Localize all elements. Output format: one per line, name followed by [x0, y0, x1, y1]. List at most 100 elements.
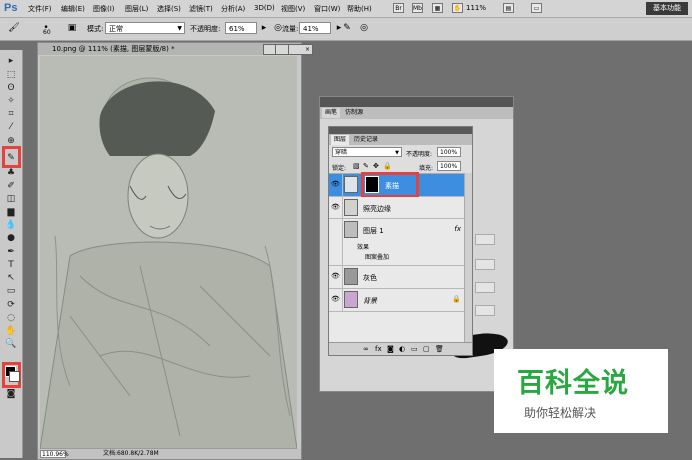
menu-image[interactable]: 图像(I)	[93, 4, 115, 14]
menu-view[interactable]: 视图(V)	[281, 4, 305, 14]
mode-select-value: 正常	[109, 25, 123, 33]
arrange-documents-icon[interactable]: ▤	[503, 3, 514, 13]
type-tool-icon[interactable]: T	[4, 260, 18, 271]
document-window: 10.png @ 111% (素描, 图层蒙版/8) * – □ × 110.9…	[37, 42, 313, 460]
3d-rotate-tool-icon[interactable]: ⟳	[4, 300, 18, 311]
lock-all-icon[interactable]: 🔒	[383, 162, 392, 170]
eyedropper-tool-icon[interactable]: ⁄	[4, 122, 18, 133]
menu-edit[interactable]: 编辑(E)	[61, 4, 85, 14]
crop-tool-icon[interactable]: ⌗	[4, 109, 18, 120]
flow-input[interactable]: 41%	[299, 22, 331, 34]
new-group-icon[interactable]: ▭	[411, 345, 418, 353]
menu-filter[interactable]: 滤镜(T)	[189, 4, 213, 14]
tab-history[interactable]: 历史记录	[351, 135, 381, 145]
lock-pixels-icon[interactable]: ✎	[363, 162, 369, 170]
lock-transparency-icon[interactable]: ▧	[353, 162, 360, 170]
fill-input[interactable]: 100%	[437, 161, 461, 171]
shape-tool-icon[interactable]: ▭	[4, 286, 18, 297]
eraser-tool-icon[interactable]: ◫	[4, 194, 18, 205]
menu-help[interactable]: 帮助(H)	[347, 4, 372, 14]
layer-row-gray[interactable]: 👁 灰色	[329, 266, 465, 289]
tab-clone-source[interactable]: 仿制源	[342, 108, 366, 118]
layer-opacity-label: 不透明度:	[406, 151, 433, 158]
layers-panel-tabs: 图层 历史记录	[329, 134, 472, 145]
background-color-swatch[interactable]	[9, 371, 20, 382]
opacity-input[interactable]: 61%	[225, 22, 257, 34]
opacity-slider-toggle-icon[interactable]: ▸	[258, 22, 270, 34]
visibility-toggle[interactable]	[329, 219, 343, 265]
workspace-button[interactable]: 基本功能	[646, 2, 688, 15]
blur-tool-icon[interactable]: 💧	[4, 220, 18, 231]
bridge-icon[interactable]: Br	[393, 3, 404, 13]
tablet-pressure-size-icon[interactable]: ◎	[358, 22, 370, 34]
canvas-image[interactable]	[40, 56, 297, 449]
eye-icon: 👁	[331, 295, 340, 303]
mode-select[interactable]: 正常 ▼	[105, 22, 185, 34]
lock-position-icon[interactable]: ✥	[373, 162, 379, 170]
lasso-tool-icon[interactable]: ʘ	[4, 83, 18, 94]
path-select-tool-icon[interactable]: ↖	[4, 273, 18, 284]
brush-option-field[interactable]	[475, 234, 495, 245]
blend-mode-select[interactable]: 穿暗 ▼	[332, 147, 402, 157]
gradient-tool-icon[interactable]: ▆	[4, 207, 18, 218]
document-tab[interactable]: 10.png @ 111% (素描, 图层蒙版/8) * – □ ×	[38, 43, 313, 55]
layers-panel: 图层 历史记录 穿暗 ▼ 不透明度: 100% 锁定: ▧ ✎ ✥ 🔒 填充: …	[328, 126, 473, 356]
history-brush-tool-icon[interactable]: ✐	[4, 181, 18, 192]
brush-option-field[interactable]	[475, 259, 495, 270]
zoom-tool-icon[interactable]: 🔍	[4, 339, 18, 350]
3d-orbit-tool-icon[interactable]: ◌	[4, 313, 18, 324]
pen-tool-icon[interactable]: ✒	[4, 247, 18, 258]
move-tool-icon[interactable]: ▸	[4, 56, 18, 67]
hand-view-icon[interactable]: ✋	[452, 3, 463, 13]
brush-panel-toggle-icon[interactable]: ▣	[66, 22, 78, 34]
quick-select-tool-icon[interactable]: ✧	[4, 96, 18, 107]
menu-analysis[interactable]: 分析(A)	[221, 4, 245, 14]
flow-input-value: 41%	[303, 25, 319, 33]
tab-brushes[interactable]: 画笔	[322, 108, 341, 118]
marquee-tool-icon[interactable]: ⬚	[4, 70, 18, 81]
quick-mask-icon[interactable]: ◙	[4, 389, 18, 400]
zoom-field[interactable]: 110.96%	[40, 450, 69, 458]
delete-layer-icon[interactable]: 🗑	[435, 345, 444, 353]
menu-file[interactable]: 文件(F)	[28, 4, 52, 14]
add-style-icon[interactable]: fx	[375, 345, 382, 353]
tab-layers[interactable]: 图层	[331, 135, 350, 145]
layer-thumbnail	[344, 199, 358, 216]
fx-icon[interactable]: fx	[454, 225, 461, 233]
airbrush-icon[interactable]: ✎	[341, 22, 353, 34]
layer-row-background[interactable]: 👁 背景 🔒	[329, 289, 465, 312]
menu-layer[interactable]: 图层(L)	[125, 4, 148, 14]
brush-option-field[interactable]	[475, 282, 495, 293]
minibridge-icon[interactable]: Mb	[412, 3, 423, 13]
layer-opacity-input[interactable]: 100%	[437, 147, 461, 157]
clone-stamp-tool-icon[interactable]: ♣	[4, 168, 18, 179]
visibility-toggle[interactable]: 👁	[329, 289, 343, 311]
link-layers-icon[interactable]: ∞	[363, 345, 369, 353]
dodge-tool-icon[interactable]: ●	[4, 233, 18, 244]
zoom-level-readout[interactable]: 111%	[466, 4, 486, 12]
brush-tool-icon[interactable]: 🖌	[8, 22, 20, 34]
visibility-toggle[interactable]: 👁	[329, 197, 343, 218]
view-extras-icon[interactable]: ▦	[432, 3, 443, 13]
add-mask-icon[interactable]: ◙	[387, 345, 394, 353]
layers-scrollbar[interactable]	[464, 173, 472, 343]
close-icon[interactable]: ×	[288, 44, 313, 55]
screen-mode-icon[interactable]: ▭	[531, 3, 542, 13]
blend-opacity-row: 穿暗 ▼ 不透明度: 100%	[329, 145, 472, 160]
effect-pattern-overlay[interactable]: 图案叠加	[365, 252, 389, 261]
menu-select[interactable]: 选择(S)	[157, 4, 181, 14]
menu-window[interactable]: 窗口(W)	[314, 4, 340, 14]
chevron-down-icon: ▼	[177, 25, 182, 32]
brush-option-field[interactable]	[475, 305, 495, 316]
layer-row-glowing-edges[interactable]: 👁 照亮边缘	[329, 197, 465, 219]
visibility-toggle[interactable]: 👁	[329, 266, 343, 288]
fill-label: 填充:	[419, 165, 434, 172]
layer-row-layer-1[interactable]: 图层 1 fx 效果 图案叠加	[329, 219, 465, 266]
visibility-toggle[interactable]: 👁	[329, 174, 343, 196]
hand-tool-icon[interactable]: ✋	[4, 326, 18, 337]
opacity-input-value: 61%	[229, 25, 245, 33]
adjustment-layer-icon[interactable]: ◐	[399, 345, 405, 353]
new-layer-icon[interactable]: ▢	[423, 345, 430, 353]
menu-3d[interactable]: 3D(D)	[254, 4, 275, 12]
eye-icon: 👁	[331, 272, 340, 280]
